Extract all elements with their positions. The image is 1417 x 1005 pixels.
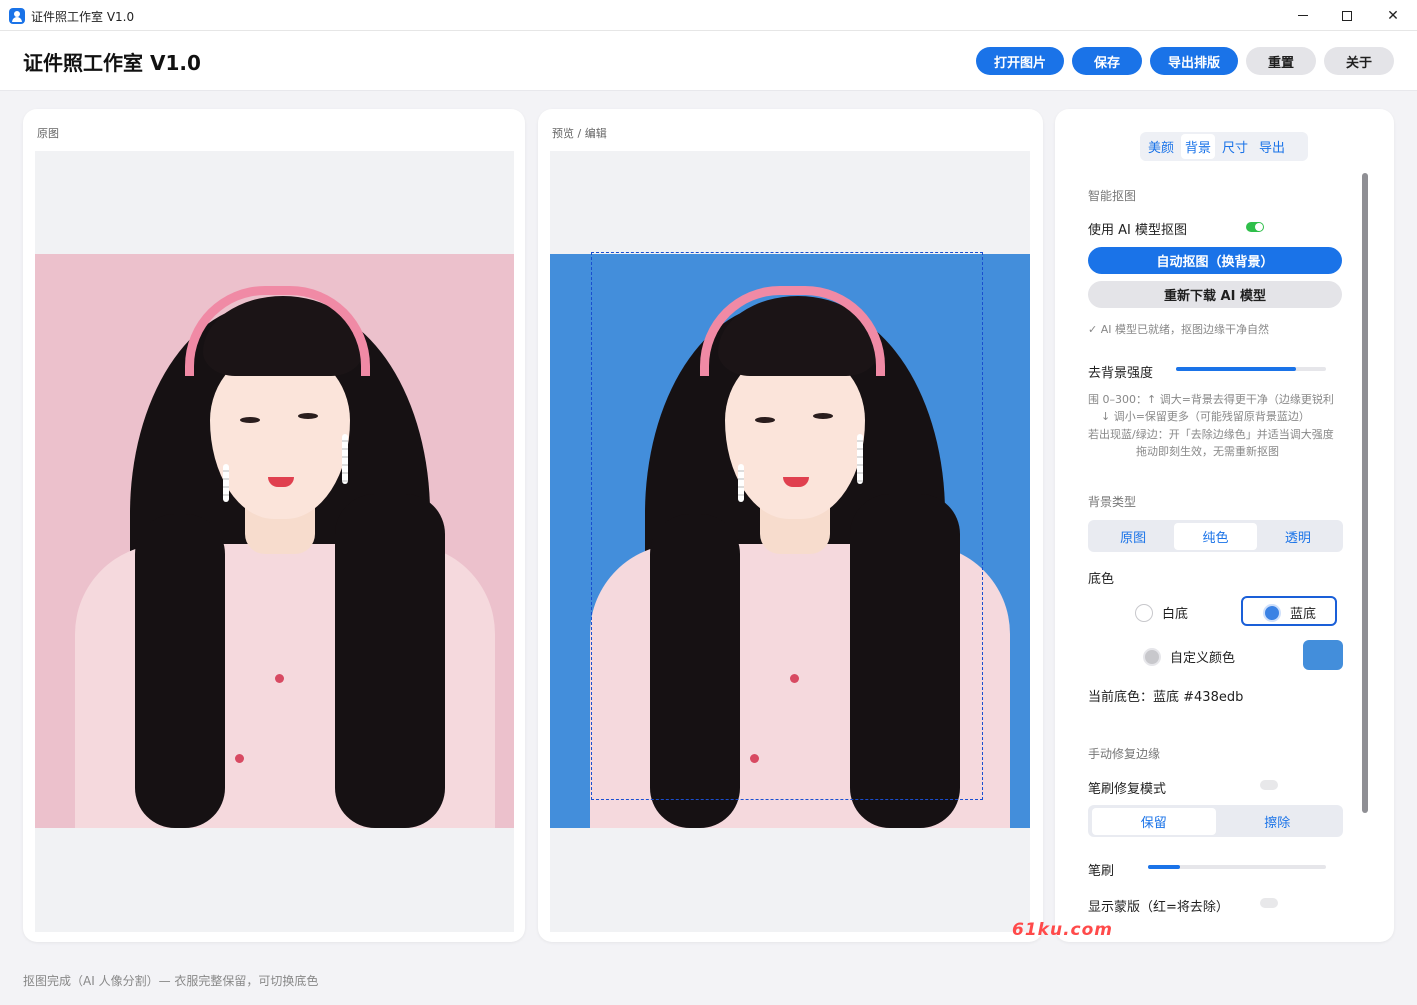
auto-cutout-button[interactable]: 自动抠图（换背景） [1088,247,1342,274]
manual-repair-title: 手动修复边缘 [1088,747,1161,761]
use-ai-label: 使用 AI 模型抠图 [1088,223,1187,238]
strength-hint-line: 围 0–300：↑ 调大=背景去得更干净（边缘更锐利 [1088,393,1334,406]
tab-export[interactable]: 导出 [1255,134,1289,159]
earring [223,464,229,502]
window-title: 证件照工作室 V1.0 [31,10,135,24]
maximize-icon [1342,10,1352,21]
current-color-text: 当前底色：蓝底 #438edb [1088,690,1244,705]
about-button[interactable]: 关于 [1324,47,1394,75]
preview-canvas[interactable] [550,151,1030,932]
brush-mode-selector: 保留 擦除 [1088,805,1343,837]
earring [342,434,348,484]
bg-type-original[interactable]: 原图 [1092,523,1174,550]
redownload-model-button[interactable]: 重新下载 AI 模型 [1088,281,1342,308]
strength-hint-line: 若出现蓝/绿边：开「去除边缘色」并适当调大强度 [1088,428,1334,441]
close-button[interactable]: ✕ [1370,0,1416,31]
bg-type-transparent[interactable]: 透明 [1257,523,1339,550]
brush-mode-label: 笔刷修复模式 [1088,782,1167,797]
use-ai-toggle[interactable] [1246,222,1264,232]
custom-color-option[interactable]: 自定义颜色 [1143,647,1235,666]
blue-bg-option[interactable]: 蓝底 [1263,603,1316,622]
lips [268,477,294,487]
maximize-button[interactable] [1324,0,1370,31]
blue-bg-label: 蓝底 [1290,607,1317,622]
strength-slider-fill [1176,367,1296,371]
original-photo [35,254,514,828]
custom-color-swatch[interactable] [1303,640,1343,670]
model-status-text: ✓ AI 模型已就绪，抠图边缘干净自然 [1088,323,1269,336]
watermark: 61ku.com [1012,920,1113,940]
eye [298,413,318,419]
export-layout-button[interactable]: 导出排版 [1150,47,1238,75]
status-bar-text: 抠图完成（AI 人像分割）— 衣服完整保留，可切换底色 [23,974,319,988]
smart-cutout-title: 智能抠图 [1088,189,1137,203]
custom-color-radio[interactable] [1143,647,1161,666]
base-color-label: 底色 [1088,572,1115,587]
headband [185,286,370,376]
minimize-icon [1298,15,1308,16]
shirt-flower [275,674,284,683]
window-titlebar: 证件照工作室 V1.0 ✕ [0,0,1417,31]
brush-mode-toggle[interactable] [1260,780,1278,790]
brush-size-label: 笔刷 [1088,864,1115,879]
bg-type-solid[interactable]: 纯色 [1174,522,1257,550]
brush-size-slider-fill [1148,865,1181,869]
minimize-button[interactable] [1280,0,1326,31]
white-bg-radio[interactable] [1135,603,1153,622]
open-image-button[interactable]: 打开图片 [976,47,1064,75]
hair-left [135,514,225,828]
app-title: 证件照工作室 V1.0 [23,51,201,75]
original-panel-label: 原图 [37,127,59,140]
strength-hint-line: ↓ 调小=保留更多（可能残留原背景蓝边） [1101,410,1310,423]
settings-tabs: 美颜 背景 尺寸 导出 [1140,132,1308,161]
strength-label: 去背景强度 [1088,366,1154,381]
save-button[interactable]: 保存 [1072,47,1142,75]
eye [240,417,260,423]
settings-scrollbar[interactable] [1362,173,1368,813]
hair-right [335,494,445,828]
strength-hints: 围 0–300：↑ 调大=背景去得更干净（边缘更锐利 ↓ 调小=保留更多（可能残… [1086,391,1343,461]
background-type-title: 背景类型 [1088,495,1137,509]
app-icon [9,8,25,24]
tab-background[interactable]: 背景 [1181,134,1216,159]
brush-mode-keep[interactable]: 保留 [1092,807,1216,835]
tab-size[interactable]: 尺寸 [1218,134,1252,159]
custom-color-label: 自定义颜色 [1170,651,1236,666]
tab-beauty[interactable]: 美颜 [1144,134,1178,159]
brush-size-slider[interactable] [1148,865,1326,869]
close-icon: ✕ [1387,7,1399,24]
reset-button[interactable]: 重置 [1246,47,1316,75]
white-bg-option[interactable]: 白底 [1135,603,1188,622]
shirt-flower [235,754,244,763]
strength-hint-line: 拖动即刻生效，无需重新抠图 [1136,445,1279,458]
white-bg-label: 白底 [1162,607,1189,622]
strength-slider[interactable] [1176,367,1326,371]
original-canvas[interactable] [35,151,514,932]
preview-panel-label: 预览 / 编辑 [552,127,607,140]
show-mask-label: 显示蒙版（红=将去除） [1088,900,1229,915]
brush-mode-erase[interactable]: 擦除 [1216,808,1340,835]
show-mask-toggle[interactable] [1260,898,1278,908]
background-type-selector: 原图 纯色 透明 [1088,520,1343,552]
app-header: 证件照工作室 V1.0 打开图片 保存 导出排版 重置 关于 [0,31,1417,91]
crop-frame[interactable] [591,252,983,800]
blue-bg-radio[interactable] [1263,603,1281,622]
